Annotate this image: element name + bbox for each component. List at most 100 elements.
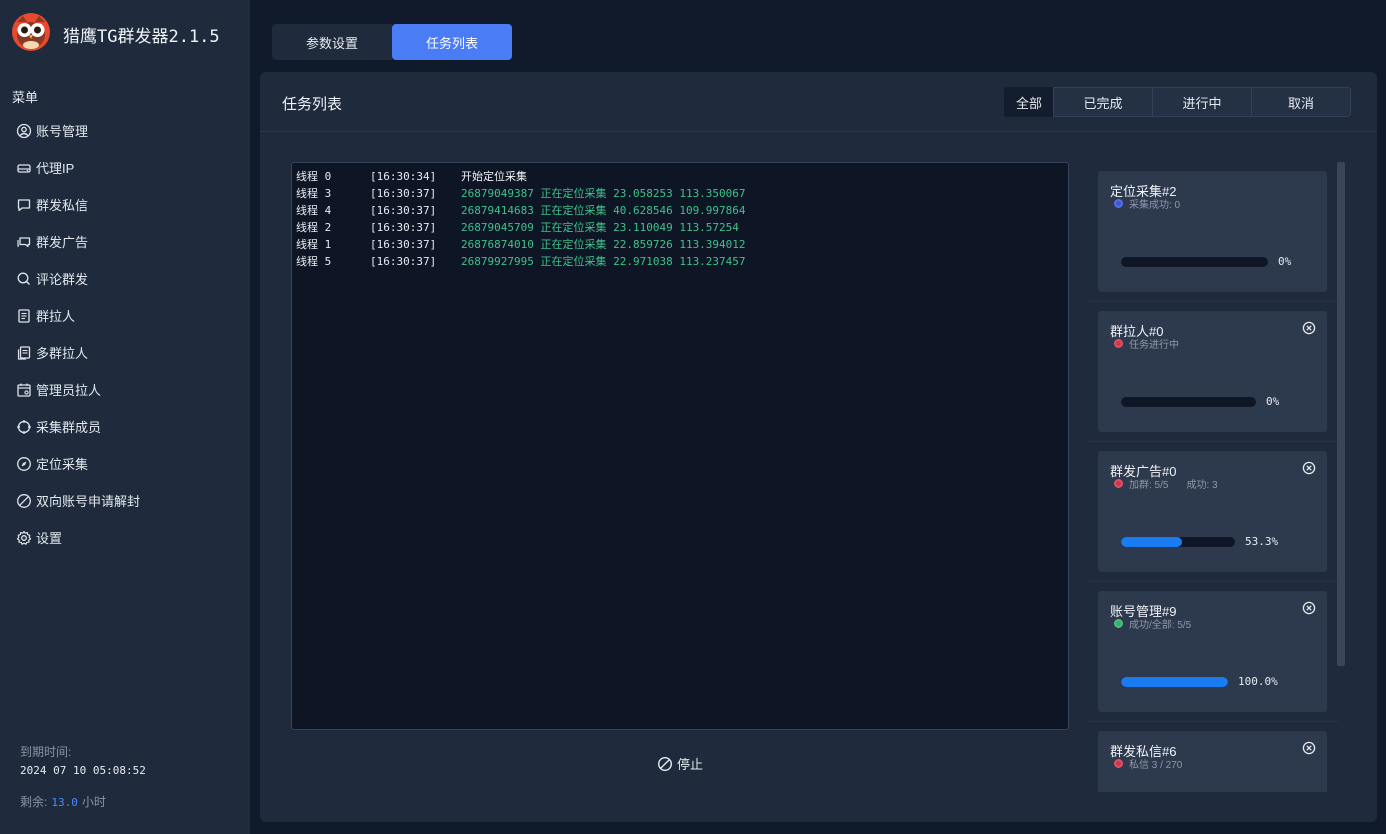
task-card-slot: 账号管理#9 成功/全部: 5/5 100.0% [1088,582,1338,722]
chat-bubbles-icon [17,236,31,247]
status-dot-icon [1114,759,1123,768]
gear-icon [16,530,32,545]
log-msg: 开始定位采集 [461,170,527,183]
task-list-panel: 任务列表 全部 已完成 进行中 取消 线程 0 [16:30:34] 开始定位采集线… [260,72,1377,822]
log-msg: 26879045709 正在定位采集 23.110049 113.57254 [461,221,739,234]
task-card-status: 私信 3 / 270 [1114,756,1182,771]
sidebar-item-label: 采集群成员 [36,420,102,435]
chat-bubble-icon [17,198,31,211]
calendar-user-icon [17,383,31,397]
log-msg: 26879049387 正在定位采集 23.058253 113.350067 [461,187,746,200]
filter-cancelled-button[interactable]: 取消 [1251,87,1351,117]
sidebar-item-label: 设置 [36,531,63,546]
sidebar-item-label: 代理IP [36,161,75,176]
task-card-list: 定位采集#2 采集成功: 0 0% 群拉人#0 任务进行中 0% 群发广告#0 加群: 5/5… [1088,162,1338,792]
sidebar-item-proxy-ip[interactable]: 代理IP [16,149,140,186]
log-thread: 线程 2 [296,221,332,234]
close-icon[interactable] [1302,321,1316,335]
tab-parameter-settings[interactable]: 参数设置 [272,24,392,60]
log-thread: 线程 3 [296,187,332,200]
remaining-label: 剩余: [20,795,48,809]
task-filter-group: 全部 已完成 进行中 取消 [1004,87,1351,117]
sidebar-menu: 账号管理 代理IP 群发私信 群发广告 评论群发 群拉人 多群拉人 管理员拉人 [16,112,140,556]
remaining-time: 剩余: 13.0 小时 [20,793,106,810]
task-card-status: 任务进行中 [1114,336,1179,351]
log-thread: 线程 1 [296,238,332,251]
filter-completed-button[interactable]: 已完成 [1053,87,1153,117]
close-icon[interactable] [1302,601,1316,615]
sidebar-item-group-invite[interactable]: 群拉人 [16,297,140,334]
status-dot-icon [1114,199,1123,208]
progress-fill [1121,536,1182,547]
sidebar-item-bulk-private-message[interactable]: 群发私信 [16,186,140,223]
progress-percent: 0% [1266,395,1280,408]
sidebar-item-label: 群发广告 [36,235,89,250]
progress-track [1121,536,1235,547]
task-progress: 53.3% [1121,535,1278,548]
status-dot-icon [1114,619,1123,628]
task-card-slot: 定位采集#2 采集成功: 0 0% [1088,162,1338,302]
task-card-status-text: 任务进行中 [1129,340,1179,351]
task-card-slot: 群拉人#0 任务进行中 0% [1088,302,1338,442]
sidebar: 猎鹰TG群发器2.1.5 菜单 账号管理 代理IP 群发私信 群发广告 评论群发… [0,0,250,834]
sidebar-item-settings[interactable]: 设置 [16,519,140,556]
stop-button[interactable]: 停止 [657,754,703,773]
owl-logo-icon [12,13,50,51]
log-line: 线程 0 [16:30:34] 开始定位采集 [296,168,1064,185]
log-time: [16:30:34] [370,170,437,183]
task-card-slot: 群发私信#6 私信 3 / 270 [1088,722,1338,792]
crosshair-icon [17,419,31,434]
log-console[interactable]: 线程 0 [16:30:34] 开始定位采集 线程 3 [16:30:37] 268790… [291,162,1069,730]
task-card[interactable]: 群发私信#6 私信 3 / 270 [1098,731,1327,792]
task-progress: 0% [1121,395,1279,408]
stop-button-label: 停止 [677,757,704,772]
sidebar-item-label: 双向账号申请解封 [36,494,141,509]
expiry-value: 2024 07 10 05:08:52 [20,764,146,777]
log-thread: 线程 0 [296,170,332,183]
filter-in-progress-button[interactable]: 进行中 [1152,87,1252,117]
remaining-unit: 小时 [81,795,106,809]
sidebar-item-admin-invite[interactable]: 管理员拉人 [16,371,140,408]
tab-task-list[interactable]: 任务列表 [392,24,512,60]
server-icon [17,163,31,173]
log-time: [16:30:37] [370,255,437,268]
sidebar-item-location-collect[interactable]: 定位采集 [16,445,140,482]
sidebar-item-unban-request[interactable]: 双向账号申请解封 [16,482,140,519]
progress-fill [1121,676,1228,687]
panel-header: 任务列表 全部 已完成 进行中 取消 [260,72,1377,132]
documents-icon [17,345,31,360]
sidebar-item-multi-group-invite[interactable]: 多群拉人 [16,334,140,371]
remaining-value: 13.0 [51,796,78,809]
task-card[interactable]: 群发广告#0 加群: 5/5 成功: 3 53.3% [1098,451,1327,572]
log-time: [16:30:37] [370,238,437,251]
status-dot-icon [1114,339,1123,348]
ban-icon [17,493,31,508]
log-msg: 26876874010 正在定位采集 22.859726 113.394012 [461,238,746,251]
expiry-label: 到期时间: [20,745,72,759]
log-time: [16:30:37] [370,204,437,217]
status-dot-icon [1114,479,1123,488]
task-card[interactable]: 群拉人#0 任务进行中 0% [1098,311,1327,432]
sidebar-item-collect-members[interactable]: 采集群成员 [16,408,140,445]
panel-title: 任务列表 [282,96,343,113]
sidebar-item-comment-bulk[interactable]: 评论群发 [16,260,140,297]
sidebar-item-label: 管理员拉人 [36,383,102,398]
task-card-slot: 群发广告#0 加群: 5/5 成功: 3 53.3% [1088,442,1338,582]
sidebar-item-bulk-ads[interactable]: 群发广告 [16,223,140,260]
sidebar-item-label: 多群拉人 [36,346,89,361]
task-list-scrollbar[interactable] [1337,162,1345,666]
filter-all-button[interactable]: 全部 [1004,87,1054,117]
task-progress: 100.0% [1121,675,1278,688]
close-icon[interactable] [1302,741,1316,755]
task-card[interactable]: 定位采集#2 采集成功: 0 0% [1098,171,1327,292]
sidebar-item-label: 群发私信 [36,198,89,213]
compass-icon [17,456,31,471]
log-line: 线程 4 [16:30:37] 26879414683 正在定位采集 40.6285… [296,202,1064,219]
close-icon[interactable] [1302,461,1316,475]
task-card-status-text: 采集成功: 0 [1129,200,1181,211]
log-line: 线程 3 [16:30:37] 26879049387 正在定位采集 23.0582… [296,185,1064,202]
sidebar-item-account-management[interactable]: 账号管理 [16,112,140,149]
task-card[interactable]: 账号管理#9 成功/全部: 5/5 100.0% [1098,591,1327,712]
menu-heading: 菜单 [12,90,39,105]
task-card-status: 加群: 5/5 成功: 3 [1114,476,1218,491]
